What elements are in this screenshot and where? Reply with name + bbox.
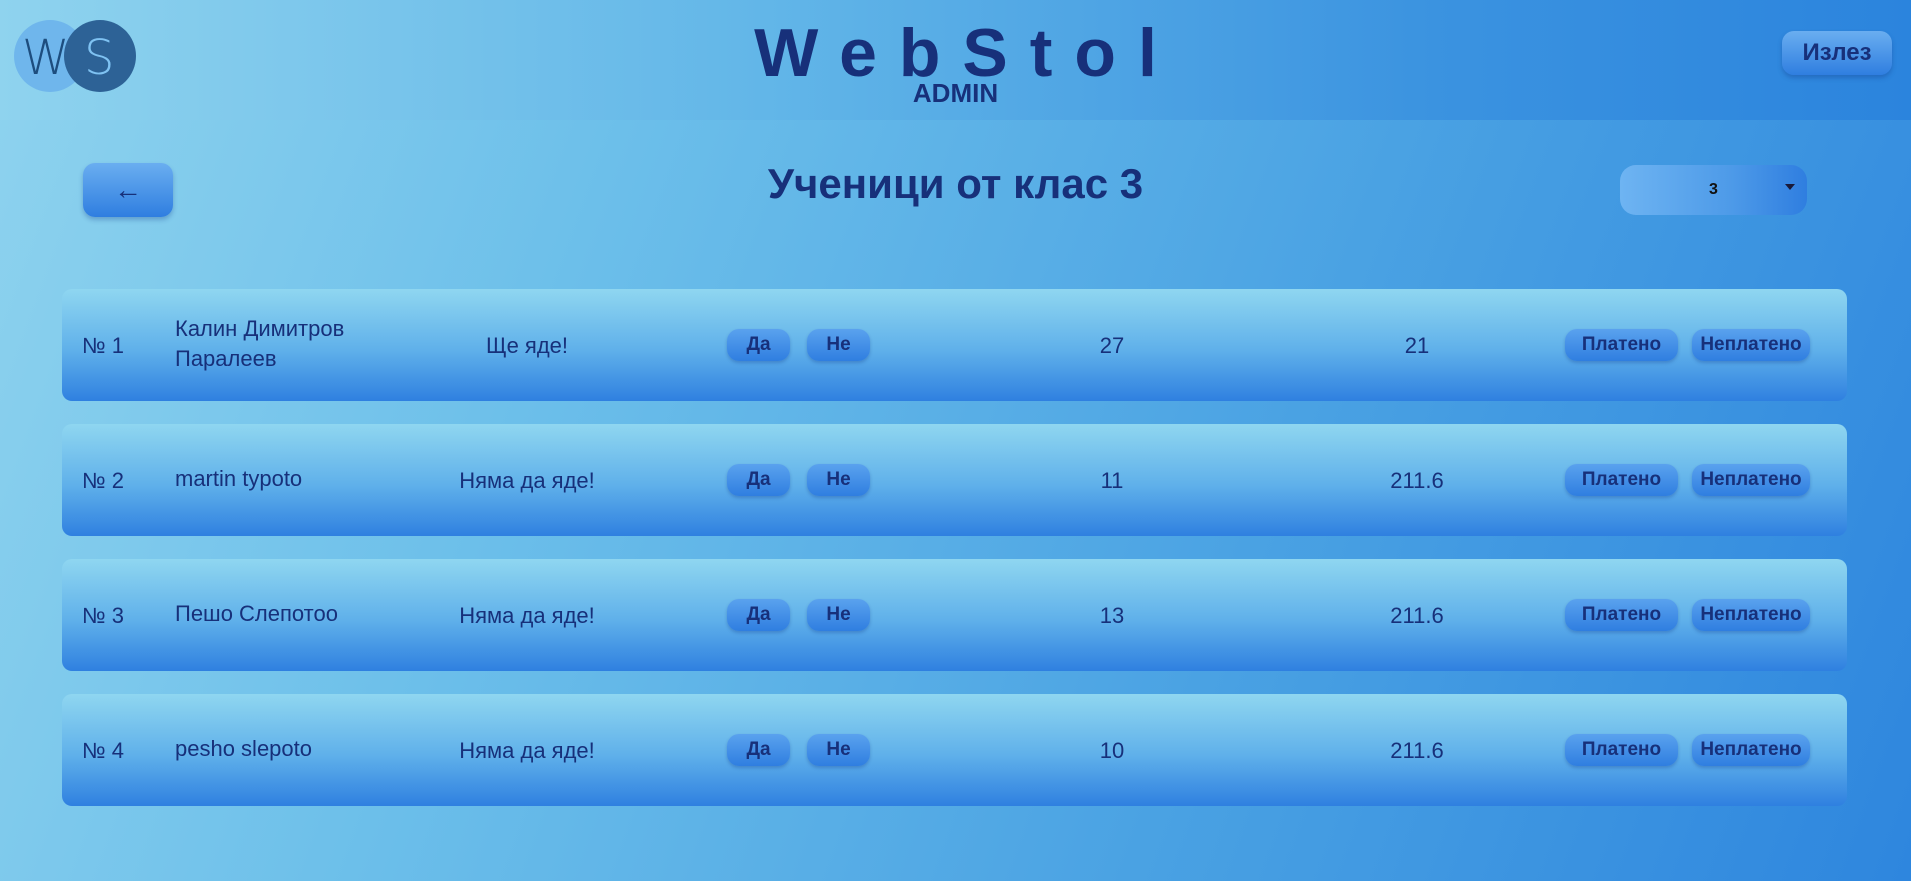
logout-button[interactable]: Излез (1782, 31, 1892, 75)
class-select-value: 3 (1709, 181, 1718, 198)
yes-button[interactable]: Да (727, 329, 790, 361)
yes-button[interactable]: Да (727, 599, 790, 631)
student-number: № 3 (82, 603, 124, 628)
student-number: № 2 (82, 468, 124, 493)
admin-subtitle: ADMIN (912, 78, 999, 108)
paid-button[interactable]: Платено (1565, 599, 1678, 631)
student-name: martin typoto (175, 466, 303, 491)
student-number: № 4 (82, 738, 124, 763)
no-button[interactable]: Не (807, 464, 870, 496)
paid-button[interactable]: Платено (1565, 464, 1678, 496)
no-button[interactable]: Не (807, 599, 870, 631)
caret-down-icon (1785, 184, 1795, 190)
no-button[interactable]: Не (807, 329, 870, 361)
student-count-value: 10 (1099, 738, 1125, 763)
student-row: № 3 Пешо Слепотоо Няма да яде! Да Не 13 … (62, 559, 1847, 671)
student-number: № 1 (82, 333, 124, 358)
student-count-value: 13 (1099, 603, 1125, 628)
yes-button[interactable]: Да (727, 464, 790, 496)
paid-button[interactable]: Платено (1565, 329, 1678, 361)
meal-status: Няма да яде! (459, 468, 595, 493)
student-row: № 2 martin typoto Няма да яде! Да Не 11 … (62, 424, 1847, 536)
meal-status: Ще яде! (485, 333, 569, 358)
unpaid-button[interactable]: Неплатено (1692, 464, 1810, 496)
amount-value: 211.6 (1390, 738, 1444, 763)
amount-value: 211.6 (1390, 603, 1444, 628)
unpaid-button[interactable]: Неплатено (1692, 329, 1810, 361)
student-name: Пешо Слепотоо (175, 601, 338, 626)
amount-value: 211.6 (1390, 468, 1444, 493)
yes-button[interactable]: Да (727, 734, 790, 766)
header-bar: W S WebStol ADMIN Излез (0, 0, 1911, 120)
student-count-value: 11 (1100, 468, 1124, 493)
unpaid-button[interactable]: Неплатено (1692, 599, 1810, 631)
class-select[interactable]: 3 (1620, 165, 1807, 215)
no-button[interactable]: Не (807, 734, 870, 766)
student-name: pesho slepoto (175, 736, 312, 761)
meal-status: Няма да яде! (459, 603, 595, 628)
student-name: Калин Димитров Паралеев (175, 316, 345, 371)
amount-value: 21 (1404, 333, 1430, 358)
student-row: № 4 pesho slepoto Няма да яде! Да Не 10 … (62, 694, 1847, 806)
paid-button[interactable]: Платено (1565, 734, 1678, 766)
student-row: № 1 Калин Димитров Паралеев Ще яде! Да Н… (62, 289, 1847, 401)
student-count-value: 27 (1099, 333, 1125, 358)
unpaid-button[interactable]: Неплатено (1692, 734, 1810, 766)
meal-status: Няма да яде! (459, 738, 595, 763)
